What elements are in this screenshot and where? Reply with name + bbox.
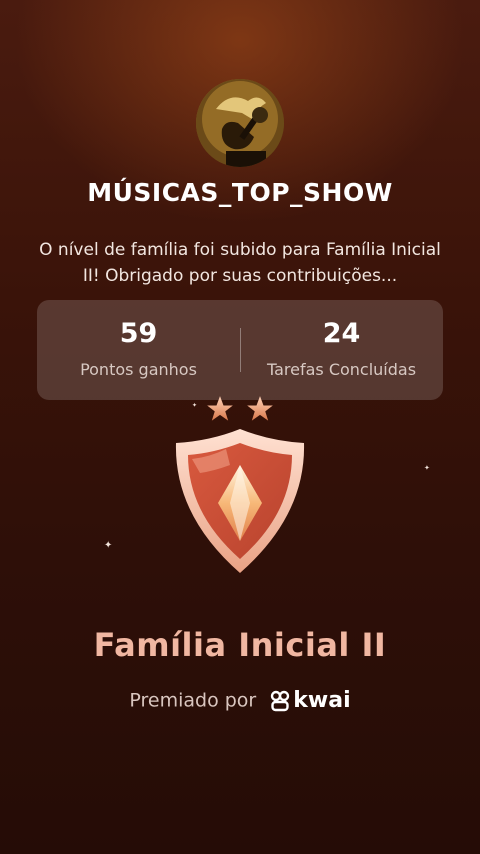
tasks-label: Tarefas Concluídas: [266, 360, 417, 379]
points-value: 59: [119, 318, 158, 349]
avatar[interactable]: [196, 79, 284, 167]
star-icon: [247, 396, 273, 421]
kwai-brand: kwai: [270, 688, 351, 713]
sparkle-icon: ✦: [192, 402, 198, 409]
badge-name: Família Inicial II: [93, 626, 387, 664]
shield-diamond-badge-icon: [175, 429, 305, 573]
sparkle-icon: ✦: [104, 540, 113, 551]
stats-card: 59 Pontos ganhos 24 Tarefas Concluídas: [37, 300, 443, 400]
points-stat: 59 Pontos ganhos: [37, 300, 240, 400]
tasks-value: 24: [322, 318, 361, 349]
star-icon: [207, 396, 233, 421]
tasks-stat: 24 Tarefas Concluídas: [240, 300, 443, 400]
points-label: Pontos ganhos: [80, 360, 197, 379]
sparkle-icon: ✦: [424, 464, 430, 472]
kwai-logo-icon: [271, 690, 290, 711]
username: MÚSICAS_TOP_SHOW: [87, 178, 393, 207]
guitar-avatar-icon: [196, 79, 284, 167]
awarded-by: Premiado por kwai: [0, 688, 480, 713]
kwai-brand-text: kwai: [293, 688, 351, 713]
level-up-message: O nível de família foi subido para Famíl…: [39, 240, 441, 286]
awarded-by-label: Premiado por: [129, 689, 257, 712]
